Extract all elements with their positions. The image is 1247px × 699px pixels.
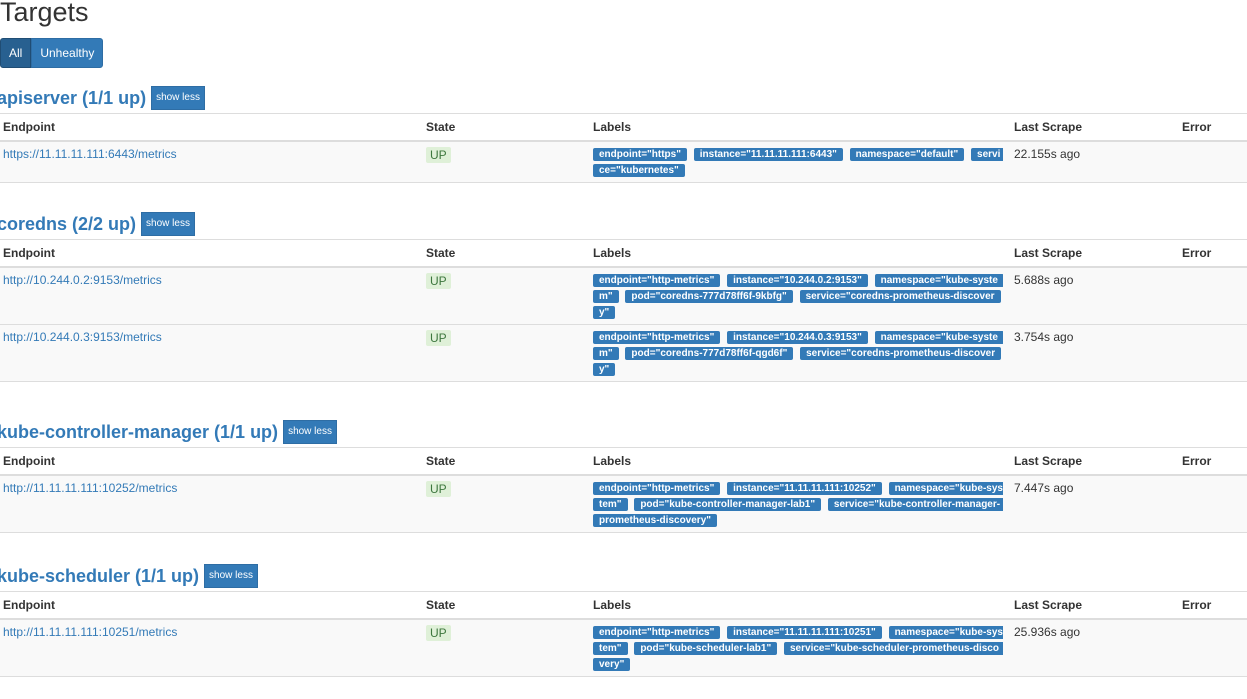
error-cell bbox=[1179, 474, 1247, 533]
targets-table: Endpoint State Labels Last Scrape Error … bbox=[0, 113, 1247, 183]
column-header-labels: Labels bbox=[590, 113, 1011, 142]
table-row: https://11.11.11.111:6443/metrics UP endpo… bbox=[0, 140, 1247, 183]
show-less-button[interactable]: show less bbox=[283, 420, 337, 444]
state-cell: UP bbox=[423, 474, 590, 533]
column-header-error: Error bbox=[1179, 239, 1247, 268]
column-header-endpoint: Endpoint bbox=[0, 113, 423, 142]
state-badge: UP bbox=[426, 273, 451, 289]
column-header-endpoint: Endpoint bbox=[0, 239, 423, 268]
endpoint-link[interactable]: http://11.11.11.111:10252/metrics bbox=[3, 481, 177, 495]
label-badge: instance="10.244.0.2:9153" bbox=[727, 274, 868, 287]
labels-cell: endpoint="http-metrics" instance="10.244… bbox=[590, 266, 1011, 325]
column-header-state: State bbox=[423, 113, 590, 142]
error-cell bbox=[1179, 618, 1247, 677]
targets-table: Endpoint State Labels Last Scrape Error … bbox=[0, 591, 1247, 677]
state-badge: UP bbox=[426, 330, 451, 346]
state-cell: UP bbox=[423, 618, 590, 677]
job-section-apiserver: apiserver (1/1 up) show less Endpoint St… bbox=[0, 83, 1247, 183]
table-row: http://10.244.0.3:9153/metrics UP endpoint… bbox=[0, 324, 1247, 382]
column-header-endpoint: Endpoint bbox=[0, 447, 423, 476]
label-badge: namespace="default" bbox=[849, 148, 965, 161]
label-badge: endpoint="http-metrics" bbox=[593, 626, 721, 639]
labels-cell: endpoint="https" instance="11.11.11.111:… bbox=[590, 140, 1011, 183]
state-cell: UP bbox=[423, 140, 590, 183]
last-scrape-cell: 5.688s ago bbox=[1011, 266, 1179, 325]
state-badge: UP bbox=[426, 147, 451, 163]
label-badge: pod="coredns-777d78ff6f-9kbfg" bbox=[625, 290, 793, 303]
column-header-error: Error bbox=[1179, 113, 1247, 142]
label-badge: pod="kube-scheduler-lab1" bbox=[634, 642, 778, 655]
endpoint-cell: http://11.11.11.111:10251/metrics bbox=[0, 618, 423, 677]
table-row: http://11.11.11.111:10252/metrics UP endpo… bbox=[0, 474, 1247, 533]
job-title[interactable]: apiserver (1/1 up) bbox=[0, 88, 146, 109]
column-header-state: State bbox=[423, 447, 590, 476]
label-badge: endpoint="http-metrics" bbox=[593, 482, 721, 495]
label-badge: pod="coredns-777d78ff6f-qgd6f" bbox=[625, 347, 794, 360]
state-badge: UP bbox=[426, 481, 451, 497]
show-less-button[interactable]: show less bbox=[141, 212, 195, 236]
labels-cell: endpoint="http-metrics" instance="11.11.… bbox=[590, 474, 1011, 533]
column-header-state: State bbox=[423, 591, 590, 620]
endpoint-cell: http://10.244.0.2:9153/metrics bbox=[0, 266, 423, 325]
last-scrape-cell: 25.936s ago bbox=[1011, 618, 1179, 677]
show-less-button[interactable]: show less bbox=[204, 564, 258, 588]
endpoint-cell: https://11.11.11.111:6443/metrics bbox=[0, 140, 423, 183]
job-title[interactable]: coredns (2/2 up) bbox=[0, 214, 136, 235]
label-badge: endpoint="http-metrics" bbox=[593, 274, 721, 287]
column-header-labels: Labels bbox=[590, 591, 1011, 620]
label-badge: instance="10.244.0.3:9153" bbox=[727, 331, 868, 344]
table-row: http://11.11.11.111:10251/metrics UP endpo… bbox=[0, 618, 1247, 677]
targets-page: Targets All Unhealthy apiserver (1/1 up)… bbox=[0, 0, 1247, 699]
job-title[interactable]: kube-scheduler (1/1 up) bbox=[0, 566, 199, 587]
labels-cell: endpoint="http-metrics" instance="10.244… bbox=[590, 324, 1011, 382]
filter-unhealthy-button[interactable]: Unhealthy bbox=[31, 38, 104, 68]
endpoint-link[interactable]: https://11.11.11.111:6443/metrics bbox=[3, 147, 177, 161]
column-header-last-scrape: Last Scrape bbox=[1011, 239, 1179, 268]
endpoint-cell: http://10.244.0.3:9153/metrics bbox=[0, 324, 423, 382]
filter-all-button[interactable]: All bbox=[0, 38, 32, 68]
endpoint-cell: http://11.11.11.111:10252/metrics bbox=[0, 474, 423, 533]
label-badge: pod="kube-controller-manager-lab1" bbox=[634, 498, 822, 511]
column-header-error: Error bbox=[1179, 447, 1247, 476]
state-cell: UP bbox=[423, 324, 590, 382]
last-scrape-cell: 7.447s ago bbox=[1011, 474, 1179, 533]
column-header-last-scrape: Last Scrape bbox=[1011, 447, 1179, 476]
show-less-button[interactable]: show less bbox=[151, 86, 205, 110]
column-header-last-scrape: Last Scrape bbox=[1011, 113, 1179, 142]
label-badge: instance="11.11.11.111:6443" bbox=[693, 148, 843, 161]
label-badge: endpoint="http-metrics" bbox=[593, 331, 721, 344]
last-scrape-cell: 22.155s ago bbox=[1011, 140, 1179, 183]
targets-table: Endpoint State Labels Last Scrape Error … bbox=[0, 239, 1247, 382]
label-badge: instance="11.11.11.111:10252" bbox=[727, 482, 882, 495]
state-badge: UP bbox=[426, 625, 451, 641]
labels-cell: endpoint="http-metrics" instance="11.11.… bbox=[590, 618, 1011, 677]
column-header-endpoint: Endpoint bbox=[0, 591, 423, 620]
column-header-last-scrape: Last Scrape bbox=[1011, 591, 1179, 620]
column-header-labels: Labels bbox=[590, 239, 1011, 268]
column-header-error: Error bbox=[1179, 591, 1247, 620]
job-title[interactable]: kube-controller-manager (1/1 up) bbox=[0, 422, 278, 443]
state-cell: UP bbox=[423, 266, 590, 325]
endpoint-link[interactable]: http://10.244.0.3:9153/metrics bbox=[3, 330, 162, 344]
target-filter-group: All Unhealthy bbox=[0, 38, 104, 68]
targets-table: Endpoint State Labels Last Scrape Error … bbox=[0, 447, 1247, 533]
error-cell bbox=[1179, 324, 1247, 382]
endpoint-link[interactable]: http://10.244.0.2:9153/metrics bbox=[3, 273, 162, 287]
endpoint-link[interactable]: http://11.11.11.111:10251/metrics bbox=[3, 625, 177, 639]
table-row: http://10.244.0.2:9153/metrics UP endpoint… bbox=[0, 266, 1247, 325]
column-header-labels: Labels bbox=[590, 447, 1011, 476]
job-section-kube-scheduler: kube-scheduler (1/1 up) show less Endpoi… bbox=[0, 561, 1247, 677]
last-scrape-cell: 3.754s ago bbox=[1011, 324, 1179, 382]
column-header-state: State bbox=[423, 239, 590, 268]
job-section-coredns: coredns (2/2 up) show less Endpoint Stat… bbox=[0, 209, 1247, 382]
error-cell bbox=[1179, 266, 1247, 325]
error-cell bbox=[1179, 140, 1247, 183]
label-badge: endpoint="https" bbox=[593, 148, 687, 161]
label-badge: instance="11.11.11.111:10251" bbox=[727, 626, 882, 639]
page-title: Targets bbox=[0, 0, 89, 27]
job-section-kube-controller-manager: kube-controller-manager (1/1 up) show le… bbox=[0, 417, 1247, 533]
